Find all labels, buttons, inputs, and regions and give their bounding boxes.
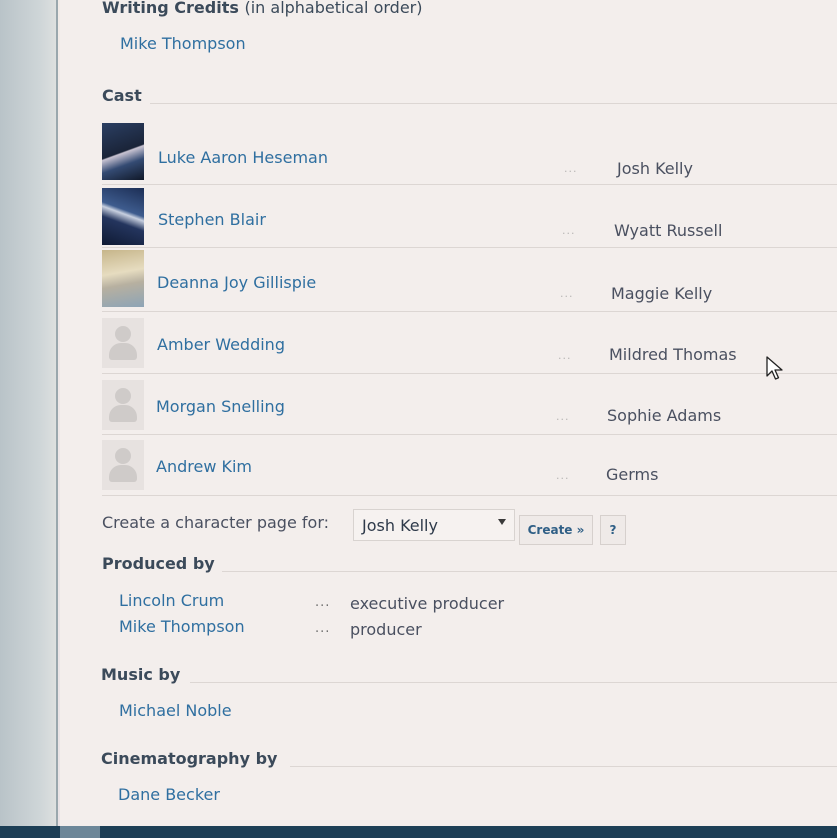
writing-credits-note: (in alphabetical order) — [244, 0, 423, 17]
producer-role: producer — [350, 620, 422, 639]
character-select-value: Josh Kelly — [362, 516, 438, 535]
taskbar-tab[interactable] — [60, 826, 100, 838]
writer-link[interactable]: Mike Thompson — [120, 34, 246, 53]
cast-character-link[interactable]: Wyatt Russell — [614, 221, 722, 240]
help-button[interactable]: ? — [600, 515, 626, 545]
placeholder-person-icon — [102, 318, 144, 368]
cinematography-divider — [290, 766, 837, 767]
window-left-edge — [56, 0, 58, 838]
cast-character-link[interactable]: Josh Kelly — [617, 159, 693, 178]
cast-row-divider — [102, 434, 837, 435]
cast-separator: ... — [564, 162, 578, 175]
produced-by-divider — [222, 571, 837, 572]
cast-heading-divider — [150, 103, 837, 104]
composer-link[interactable]: Michael Noble — [119, 701, 232, 720]
cast-row-divider — [102, 495, 837, 496]
window-left-bezel — [0, 0, 58, 838]
placeholder-head — [115, 448, 131, 464]
cast-actor-link[interactable]: Amber Wedding — [157, 335, 285, 354]
screen: Writing Credits (in alphabetical order) … — [0, 0, 837, 838]
producer-link[interactable]: Lincoln Crum — [119, 591, 224, 610]
cast-heading: Cast — [102, 86, 142, 105]
cast-character-link[interactable]: Maggie Kelly — [611, 284, 712, 303]
cast-row-divider — [102, 184, 837, 185]
placeholder-head — [115, 388, 131, 404]
writing-credits-heading: Writing Credits (in alphabetical order) — [102, 0, 423, 17]
producer-separator: ... — [315, 621, 331, 636]
music-by-heading: Music by — [101, 665, 181, 684]
cast-character-link[interactable]: Mildred Thomas — [609, 345, 737, 364]
character-page-label: Create a character page for: — [102, 513, 329, 532]
producer-link[interactable]: Mike Thompson — [119, 617, 245, 636]
cast-separator: ... — [560, 287, 574, 300]
cast-row-divider — [102, 247, 837, 248]
placeholder-head — [115, 326, 131, 342]
cast-separator: ... — [556, 469, 570, 482]
placeholder-body — [109, 405, 137, 422]
placeholder-body — [109, 343, 137, 360]
chevron-down-icon — [498, 519, 506, 525]
music-by-divider — [190, 682, 837, 683]
cast-separator: ... — [558, 349, 572, 362]
cast-separator: ... — [562, 224, 576, 237]
cast-actor-link[interactable]: Luke Aaron Heseman — [158, 148, 328, 167]
cast-row-divider — [102, 311, 837, 312]
cast-photo-2[interactable] — [102, 188, 144, 245]
taskbar — [0, 826, 837, 838]
cast-photo-1[interactable] — [102, 123, 144, 180]
mouse-cursor-icon — [766, 356, 783, 380]
cast-separator: ... — [556, 410, 570, 423]
cast-row-divider — [102, 373, 837, 374]
cast-character-link[interactable]: Germs — [606, 465, 658, 484]
character-select[interactable]: Josh Kelly — [353, 509, 515, 541]
cast-photo-3[interactable] — [102, 250, 144, 307]
produced-by-heading: Produced by — [102, 554, 215, 573]
producer-separator: ... — [315, 595, 331, 610]
producer-role: executive producer — [350, 594, 505, 613]
cinematographer-link[interactable]: Dane Becker — [118, 785, 220, 804]
placeholder-body — [109, 465, 137, 482]
placeholder-person-icon — [102, 380, 144, 430]
cast-actor-link[interactable]: Stephen Blair — [158, 210, 266, 229]
cast-actor-link[interactable]: Morgan Snelling — [156, 397, 285, 416]
create-button[interactable]: Create » — [519, 515, 593, 545]
cast-character-link[interactable]: Sophie Adams — [607, 406, 721, 425]
placeholder-person-icon — [102, 440, 144, 490]
cinematography-heading: Cinematography by — [101, 749, 278, 768]
cast-actor-link[interactable]: Deanna Joy Gillispie — [157, 273, 316, 292]
cast-actor-link[interactable]: Andrew Kim — [156, 457, 252, 476]
writing-credits-title: Writing Credits — [102, 0, 239, 17]
